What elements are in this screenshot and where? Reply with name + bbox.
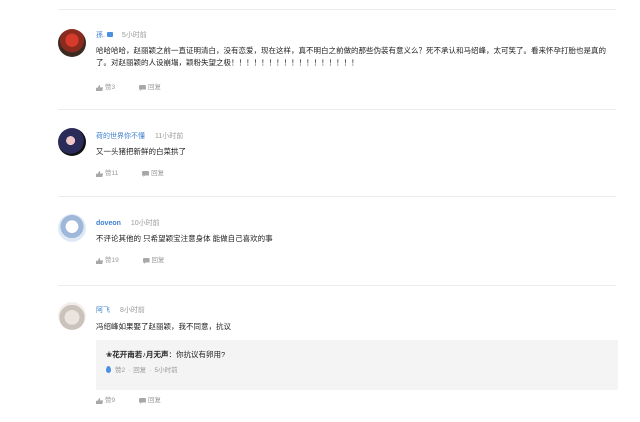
reply-label: 回复 — [147, 397, 161, 404]
like-button[interactable]: 赞11 — [96, 170, 118, 178]
thumb-up-icon — [96, 85, 103, 91]
speech-bubble-icon — [138, 85, 146, 91]
sub-reply-like-button[interactable]: 赞2 — [115, 367, 125, 374]
comment-divider — [58, 285, 616, 286]
timestamp: 5小时前 — [121, 32, 147, 39]
sub-reply-timestamp: 5小时前 — [154, 367, 178, 374]
avatar[interactable] — [58, 302, 86, 330]
comment-divider — [58, 109, 616, 110]
comment-actions: 赞19 回复 — [96, 257, 187, 267]
avatar[interactable] — [58, 214, 86, 242]
speech-bubble-icon — [138, 398, 146, 404]
username[interactable]: doveon — [96, 220, 121, 227]
comment-text: 不评论其他的 只希望颖宝注意身体 能做自己喜欢的事 — [96, 234, 273, 243]
speech-bubble-icon — [142, 171, 150, 177]
username[interactable]: 阿飞 — [96, 307, 110, 314]
comment-meta: 孫. 5小时前 — [96, 31, 147, 40]
sub-reply-username[interactable]: ❀花开南若♪月无声 — [106, 350, 169, 359]
avatar[interactable] — [58, 29, 86, 57]
like-count: 赞11 — [105, 170, 119, 177]
sub-reply-line: ❀花开南若♪月无声：你抗议有卵用? — [106, 350, 225, 360]
timestamp: 8小时前 — [119, 307, 145, 314]
comment-text: 冯绍峰如果娶了赵丽颖，我不同意，抗议 — [96, 322, 231, 331]
reply-label: 回复 — [151, 170, 165, 177]
reply-label: 回复 — [147, 84, 161, 91]
sub-reply-box: ❀花开南若♪月无声：你抗议有卵用? 赞2 · 回复 · 5小时前 — [96, 340, 618, 390]
comment-meta: 阿飞 8小时前 — [96, 306, 145, 315]
username[interactable]: 荷的世界你不懂 — [96, 133, 145, 140]
comment-divider — [58, 196, 616, 197]
comment-text: 哈哈哈哈，赵丽颖之前一直证明清白，没有恋爱，现在这样，真不明白之前做的那些伪装有… — [96, 46, 606, 67]
thumb-up-icon — [96, 171, 103, 177]
like-button[interactable]: 赞19 — [96, 257, 119, 265]
speech-bubble-icon — [142, 258, 150, 264]
like-button[interactable]: 赞9 — [96, 397, 115, 405]
comment-meta: 荷的世界你不懂 11小时前 — [96, 132, 183, 141]
like-count: 赞3 — [105, 84, 116, 91]
timestamp: 11小时前 — [154, 133, 184, 140]
username[interactable]: 孫. — [96, 32, 105, 39]
sub-reply-colon: ： — [168, 350, 177, 359]
thumb-up-icon — [96, 258, 103, 264]
dot-separator: · — [149, 367, 152, 374]
top-divider — [58, 9, 616, 10]
like-button[interactable]: 赞3 — [96, 84, 115, 92]
reply-button[interactable]: 回复 — [142, 257, 165, 265]
avatar[interactable] — [58, 128, 86, 156]
like-count: 赞9 — [105, 397, 116, 404]
reply-label: 回复 — [151, 257, 165, 264]
reply-button[interactable]: 回复 — [138, 84, 161, 92]
vip-badge-icon — [106, 32, 113, 37]
comment-actions: 赞9 回复 — [96, 397, 183, 407]
dot-separator: · — [128, 367, 131, 374]
sub-reply-reply-button[interactable]: 回复 — [133, 367, 146, 374]
comment-actions: 赞3 回复 — [96, 84, 183, 94]
thumb-up-icon — [96, 398, 103, 404]
sub-reply-actions: 赞2 · 回复 · 5小时前 — [106, 366, 178, 375]
comment-actions: 赞11 回复 — [96, 170, 186, 180]
flame-icon — [106, 366, 111, 373]
reply-button[interactable]: 回复 — [138, 397, 161, 405]
comment-text: 又一头猪把新鲜的白菜拱了 — [96, 147, 186, 156]
sub-reply-text: 你抗议有卵用? — [176, 350, 226, 359]
reply-button[interactable]: 回复 — [142, 170, 164, 178]
like-count: 赞19 — [105, 257, 119, 264]
timestamp: 10小时前 — [130, 220, 160, 227]
comment-meta: doveon 10小时前 — [96, 219, 160, 228]
